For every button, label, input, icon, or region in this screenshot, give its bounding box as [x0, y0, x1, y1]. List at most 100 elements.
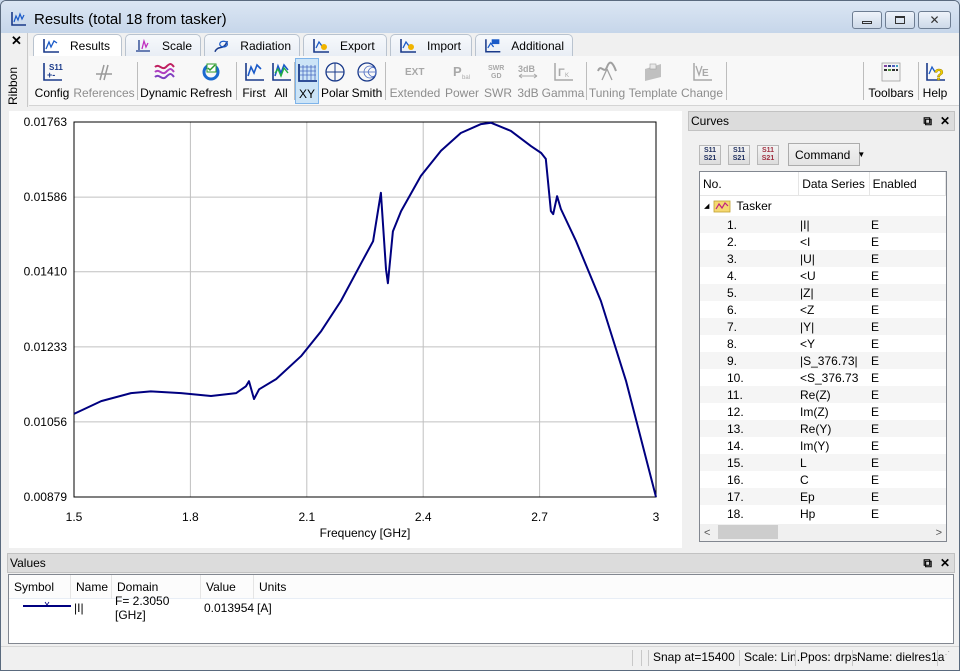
scroll-left-icon[interactable]: <: [704, 527, 710, 539]
curve-enabled: E: [871, 285, 880, 300]
expand-triangle-icon[interactable]: ◢: [704, 202, 709, 210]
button-label: SWR: [484, 86, 512, 100]
references-button[interactable]: References: [73, 58, 135, 104]
column-header-no[interactable]: No.: [700, 172, 800, 196]
curve-list-item[interactable]: 5. |Z| E: [700, 284, 946, 301]
config-button[interactable]: S11 +- Config: [34, 58, 70, 104]
button-label: 3dB: [517, 86, 539, 100]
curve-number: 4.: [727, 268, 738, 283]
xy-chart[interactable]: 1.5 1.8 2.1 2.4 2.7 3 0.00879 0.01056 0.01233 0.0…: [9, 111, 682, 548]
float-panel-icon[interactable]: ⧉: [923, 114, 932, 129]
curve-list-item[interactable]: 13. Re(Y) E: [700, 420, 946, 437]
xy-button[interactable]: XY: [295, 58, 319, 104]
change-button[interactable]: E Change: [681, 58, 723, 104]
resize-grip-icon[interactable]: ⋰: [937, 650, 950, 666]
gamma-button[interactable]: ΓK Gamma: [542, 58, 584, 104]
swr-button[interactable]: SWR GD SWR: [483, 58, 513, 104]
column-header-name[interactable]: Name: [71, 574, 112, 599]
ribbon-label[interactable]: Ribbon: [6, 67, 20, 105]
curve-list-item[interactable]: 4. <U E: [700, 267, 946, 284]
curve-list-item[interactable]: 1. |I| E: [700, 216, 946, 233]
enable-s11-icon: S11 S21: [732, 146, 746, 162]
scroll-right-icon[interactable]: >: [936, 527, 942, 539]
template-button[interactable]: Template: [627, 58, 679, 104]
curve-list-item[interactable]: 12. Im(Z) E: [700, 403, 946, 420]
close-icon: ✕: [929, 13, 940, 27]
horizontal-scrollbar[interactable]: < >: [700, 524, 946, 541]
first-curve-icon: [245, 63, 264, 81]
extended-button[interactable]: EXT Extended: [389, 58, 441, 104]
polar-button[interactable]: Polar: [320, 58, 350, 104]
disable-series-button[interactable]: S11 S21: [757, 144, 779, 165]
sort-s11-icon: S11 S21: [703, 146, 717, 162]
curve-series: <Z: [800, 302, 815, 317]
curve-list-item[interactable]: 15. L E: [700, 454, 946, 471]
help-button[interactable]: ? Help: [921, 58, 949, 104]
column-header-data-series[interactable]: Data Series: [799, 172, 870, 196]
button-label: Refresh: [189, 86, 233, 100]
curve-number: 13.: [727, 421, 744, 436]
column-header-value[interactable]: Value: [201, 574, 254, 599]
sort-series-button[interactable]: S11 S21: [699, 144, 721, 165]
curve-list-item[interactable]: 16. C E: [700, 471, 946, 488]
y-tick-label: 0.00879: [24, 490, 68, 504]
tab-radiation[interactable]: Radiation: [204, 34, 300, 56]
3db-button[interactable]: 3dB 3dB: [513, 58, 543, 104]
curve-series: |Y|: [800, 319, 815, 334]
tab-results[interactable]: Results: [33, 34, 122, 57]
x-tick-label: 2.7: [531, 510, 548, 524]
values-row[interactable]: |I| F= 2.3050 [GHz] 0.013954 [A]: [9, 594, 953, 622]
power-button[interactable]: Pbal Power: [443, 58, 481, 104]
value-domain: F= 2.3050 [GHz]: [115, 594, 170, 622]
curve-enabled: E: [871, 421, 880, 436]
all-button[interactable]: All: [269, 58, 293, 104]
xy-grid-icon: [298, 64, 317, 82]
minimize-button[interactable]: [852, 11, 882, 29]
command-dropdown[interactable]: Command ▼: [788, 143, 865, 166]
curve-list-item[interactable]: 6. <Z E: [700, 301, 946, 318]
curve-list-item[interactable]: 11. Re(Z) E: [700, 386, 946, 403]
svg-text:E: E: [702, 68, 709, 79]
close-button[interactable]: ✕: [918, 11, 951, 29]
close-panel-icon[interactable]: ✕: [940, 114, 950, 129]
column-header-enabled[interactable]: Enabled: [870, 172, 946, 196]
close-panel-icon[interactable]: ✕: [940, 556, 950, 571]
tab-scale[interactable]: Scale: [125, 34, 201, 56]
curve-list-item[interactable]: 10. <S_376.73 E: [700, 369, 946, 386]
curve-list-item[interactable]: 9. |S_376.73| E: [700, 352, 946, 369]
curve-list-item[interactable]: 14. Im(Y) E: [700, 437, 946, 454]
dynamic-button[interactable]: Dynamic: [140, 58, 187, 104]
toolbars-button[interactable]: Toolbars: [867, 58, 915, 104]
change-icon: E: [693, 63, 712, 81]
results-tab-icon: [43, 39, 59, 53]
curve-list-item[interactable]: 3. |U| E: [700, 250, 946, 267]
tree-group-tasker[interactable]: ◢ Tasker: [700, 196, 946, 216]
tab-label: Additional: [511, 38, 564, 53]
dynamic-waves-icon: [153, 63, 175, 80]
toolbar-separator: [236, 62, 237, 100]
ribbon-close-button[interactable]: ✕: [11, 33, 22, 49]
float-panel-icon[interactable]: ⧉: [923, 556, 932, 571]
enable-series-button[interactable]: S11 S21: [728, 144, 750, 165]
tuning-button[interactable]: Tuning: [589, 58, 625, 104]
radiation-tab-icon: [214, 40, 229, 52]
tab-export[interactable]: Export: [303, 34, 387, 56]
curve-number: 11.: [727, 387, 743, 402]
curve-list-item[interactable]: 18. Hp E: [700, 505, 946, 522]
curve-list-item[interactable]: 7. |Y| E: [700, 318, 946, 335]
smith-button[interactable]: Smith: [352, 58, 382, 104]
refresh-button[interactable]: Refresh: [190, 58, 232, 104]
curve-list-item[interactable]: 8. <Y E: [700, 335, 946, 352]
tab-additional[interactable]: Additional: [475, 34, 573, 56]
column-header-symbol[interactable]: Symbol: [9, 574, 71, 599]
curve-series: <U: [800, 268, 816, 283]
restore-button[interactable]: [885, 11, 915, 29]
first-button[interactable]: First: [239, 58, 269, 104]
curve-list-item[interactable]: 2. <I E: [700, 233, 946, 250]
ribbon-toolbar: S11 +- Config References Dynamic Refresh …: [29, 56, 959, 106]
scrollbar-thumb[interactable]: [718, 525, 778, 539]
column-header-units: Units: [259, 579, 287, 594]
results-window: Results (total 18 from tasker) ✕ ✕ Ribbo…: [0, 0, 960, 671]
tab-import[interactable]: Import: [390, 34, 472, 56]
curve-list-item[interactable]: 17. Ep E: [700, 488, 946, 505]
